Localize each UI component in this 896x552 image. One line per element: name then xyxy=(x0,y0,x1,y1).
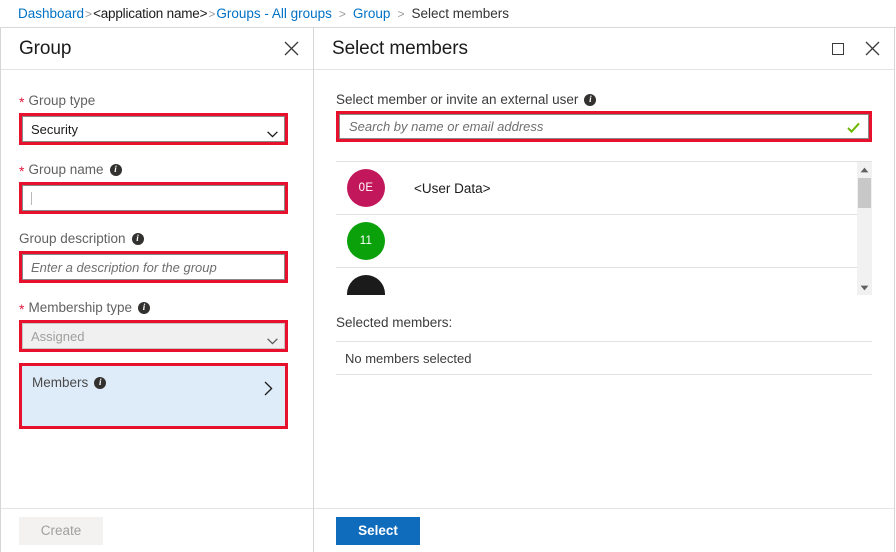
chevron-right-icon xyxy=(264,381,273,396)
checkmark-icon xyxy=(847,121,860,134)
group-blade-header-actions xyxy=(281,39,301,59)
info-icon[interactable]: i xyxy=(138,301,150,314)
info-icon[interactable]: i xyxy=(584,93,597,106)
selected-members-empty-text: No members selected xyxy=(345,350,472,366)
chevron-down-icon xyxy=(267,333,278,345)
member-search-label: Select member or invite an external user… xyxy=(336,92,872,107)
field-group-name: * Group name i xyxy=(19,161,288,214)
breadcrumb-separator: > xyxy=(338,6,346,21)
field-member-search: Select member or invite an external user… xyxy=(336,92,872,142)
breadcrumb-item-dashboard[interactable]: Dashboard xyxy=(18,6,84,21)
avatar-initials: 11 xyxy=(359,235,373,247)
select-members-blade: Select members Select member or invite a… xyxy=(314,28,895,552)
selected-members-label: Selected members: xyxy=(336,315,453,330)
select-members-title: Select members xyxy=(332,37,468,59)
label-text: Group name xyxy=(28,162,104,177)
breadcrumb-separator: > xyxy=(208,6,216,21)
select-members-footer: Select xyxy=(314,508,894,552)
avatar: 0E xyxy=(347,169,385,207)
members-card-label-wrap: Members i xyxy=(32,375,107,390)
required-marker: * xyxy=(19,301,25,317)
field-group-type-label: * Group type xyxy=(19,92,288,109)
blade-container: Group * Group type Security * Group name… xyxy=(0,27,896,552)
info-icon[interactable]: i xyxy=(109,163,122,176)
label-text: Group type xyxy=(28,93,96,108)
list-item[interactable]: 0E <User Data> xyxy=(336,162,857,215)
group-blade-footer: Create xyxy=(1,508,313,552)
members-card[interactable]: Members i xyxy=(22,366,285,426)
field-membership-type-label: * Membership type i xyxy=(19,299,288,316)
group-type-value: Security xyxy=(31,121,78,137)
field-group-name-label: * Group name i xyxy=(19,161,288,178)
page-title: Group xyxy=(19,37,72,59)
scroll-down-arrow-icon[interactable] xyxy=(857,280,872,295)
group-blade: Group * Group type Security * Group name… xyxy=(0,28,314,552)
list-item[interactable] xyxy=(336,268,857,295)
maximize-icon[interactable] xyxy=(828,39,848,59)
scroll-up-arrow-icon[interactable] xyxy=(857,162,872,177)
text-caret xyxy=(31,191,32,205)
membership-type-select[interactable]: Assigned xyxy=(22,323,285,349)
label-text: Group description xyxy=(19,231,126,246)
group-type-select[interactable]: Security xyxy=(22,116,285,142)
highlight-member-search xyxy=(336,111,872,142)
group-form: * Group type Security * Group name i Gro… xyxy=(1,70,313,429)
group-description-input[interactable]: Enter a description for the group xyxy=(22,254,285,280)
close-icon[interactable] xyxy=(281,39,301,59)
avatar-initials: 0E xyxy=(358,182,374,194)
highlight-membership-type: Assigned xyxy=(19,320,288,352)
label-text: Select member or invite an external user xyxy=(336,92,579,107)
field-group-description: Group description i Enter a description … xyxy=(19,230,288,283)
member-results-scroll-area: 0E <User Data> 11 xyxy=(336,162,857,295)
group-description-placeholder: Enter a description for the group xyxy=(31,259,217,275)
select-members-body: Select member or invite an external user… xyxy=(314,70,894,508)
create-button[interactable]: Create xyxy=(19,516,103,545)
avatar: 11 xyxy=(347,222,385,260)
member-name: <User Data> xyxy=(414,180,491,196)
group-blade-header: Group xyxy=(1,28,313,70)
select-members-header-actions xyxy=(828,39,882,59)
breadcrumb-separator: > xyxy=(85,6,93,21)
select-members-header: Select members xyxy=(314,28,894,70)
member-search-box[interactable] xyxy=(339,114,869,139)
members-card-label: Members xyxy=(32,375,89,390)
required-marker: * xyxy=(19,163,25,179)
breadcrumb-item-application[interactable]: <application name> xyxy=(93,6,207,21)
breadcrumb-separator: > xyxy=(397,6,405,21)
field-group-description-label: Group description i xyxy=(19,230,288,247)
chevron-down-icon xyxy=(267,126,278,138)
highlight-group-description: Enter a description for the group xyxy=(19,251,288,283)
required-marker: * xyxy=(19,94,25,110)
breadcrumb-item-select-members: Select members xyxy=(411,6,509,21)
label-text: Membership type xyxy=(28,300,132,315)
select-members-content: Select member or invite an external user… xyxy=(314,70,894,375)
close-icon[interactable] xyxy=(862,39,882,59)
group-name-input[interactable] xyxy=(22,185,285,211)
select-button[interactable]: Select xyxy=(336,516,420,545)
highlight-group-type: Security xyxy=(19,113,288,145)
avatar xyxy=(347,275,385,295)
field-group-type: * Group type Security xyxy=(19,92,288,145)
member-results-list: 0E <User Data> 11 xyxy=(336,161,872,295)
highlight-members: Members i xyxy=(19,363,288,429)
membership-type-value: Assigned xyxy=(31,328,85,344)
breadcrumb-item-all-groups[interactable]: Groups - All groups xyxy=(216,6,332,21)
breadcrumb-item-group[interactable]: Group xyxy=(353,6,391,21)
scrollbar-thumb[interactable] xyxy=(858,178,871,208)
field-membership-type: * Membership type i Assigned xyxy=(19,299,288,352)
list-item[interactable]: 11 xyxy=(336,215,857,268)
breadcrumb: Dashboard > <application name> > Groups … xyxy=(0,0,896,27)
search-input[interactable] xyxy=(349,119,841,134)
info-icon[interactable]: i xyxy=(94,376,107,389)
info-icon[interactable]: i xyxy=(131,232,144,245)
highlight-group-name xyxy=(19,182,288,214)
field-members: Members i xyxy=(19,363,288,429)
scrollbar[interactable] xyxy=(857,162,872,295)
group-blade-body: * Group type Security * Group name i Gro… xyxy=(1,70,313,508)
selected-members-box: No members selected xyxy=(336,341,872,375)
